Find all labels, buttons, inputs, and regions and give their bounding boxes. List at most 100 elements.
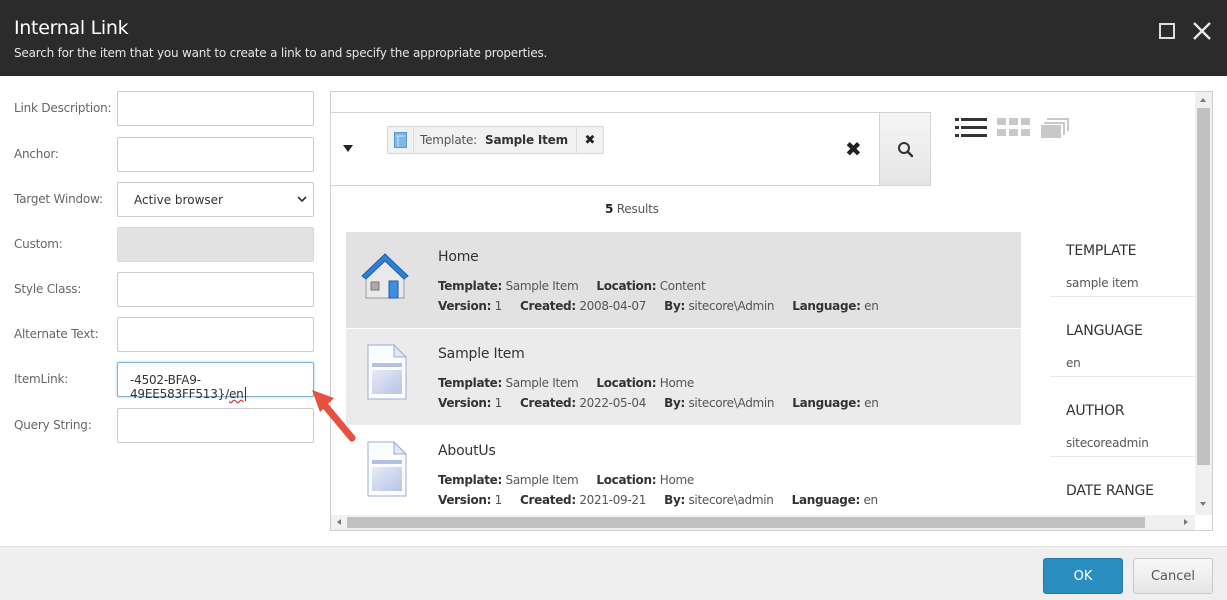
language-label: Language:: [792, 396, 861, 410]
document-icon: [367, 440, 408, 497]
location-label: Location:: [596, 279, 657, 293]
created-value: 2008-04-07: [579, 299, 647, 313]
result-name[interactable]: Home: [438, 249, 479, 265]
link-description-label: Link Description:: [14, 101, 112, 115]
target-window-select[interactable]: Active browser: [117, 182, 314, 217]
custom-row: Custom:: [0, 227, 320, 263]
dialog-title: Internal Link: [14, 17, 129, 39]
vertical-scroll-thumb[interactable]: [1197, 108, 1210, 465]
created-value: 2021-09-21: [579, 493, 647, 507]
version-label: Version:: [438, 299, 492, 313]
anchor-input[interactable]: [117, 137, 314, 172]
close-icon[interactable]: [1192, 20, 1212, 42]
result-meta-line-2: Version: 1 Created: 2021-09-21 By: sitecor…: [438, 493, 878, 507]
result-item[interactable]: Home Template: Sample Item Location: Cont…: [346, 232, 1021, 328]
text-cursor: [244, 387, 246, 401]
created-label: Created:: [520, 396, 576, 410]
result-meta-line-1: Template: Sample Item Location: Content: [438, 279, 706, 293]
scroll-up-icon[interactable]: [1200, 98, 1206, 102]
query-string-row: Query String:: [0, 408, 320, 444]
version-value: 1: [494, 493, 503, 507]
result-meta-line-1: Template: Sample Item Location: Home: [438, 473, 694, 487]
location-value: Content: [659, 279, 706, 293]
facet-heading: LANGUAGE: [1066, 323, 1143, 339]
document-icon: [367, 343, 408, 400]
created-value: 2022-05-04: [579, 396, 647, 410]
link-description-input[interactable]: [117, 91, 314, 126]
template-value: Sample Item: [505, 279, 579, 293]
by-value: sitecore\Admin: [688, 299, 775, 313]
result-name[interactable]: AboutUs: [438, 443, 496, 459]
anchor-row: Anchor:: [0, 137, 320, 173]
facet-heading: AUTHOR: [1066, 403, 1125, 419]
facet-label-text: Template:: [420, 133, 477, 147]
scroll-left-icon[interactable]: [337, 519, 341, 525]
by-label: By:: [664, 493, 685, 507]
result-meta-line-1: Template: Sample Item Location: Home: [438, 376, 694, 390]
grid-view-icon[interactable]: [997, 117, 1031, 139]
template-value: Sample Item: [505, 376, 579, 390]
horizontal-scroll-thumb[interactable]: [347, 517, 1145, 528]
tile-view-icon[interactable]: [1040, 116, 1070, 140]
alternate-text-row: Alternate Text:: [0, 317, 320, 353]
result-item[interactable]: Sample Item Template: Sample Item Locatio…: [346, 329, 1021, 425]
facet-value[interactable]: sitecoreadmin: [1066, 436, 1149, 450]
custom-input: [117, 227, 314, 262]
facet-divider: [1050, 456, 1195, 457]
results-count-label: Results: [613, 202, 659, 216]
item-link-value: -4502-BFA9-49EE583FF513}/en: [130, 373, 313, 401]
vertical-scrollbar[interactable]: [1195, 92, 1212, 515]
language-label: Language:: [792, 299, 861, 313]
facet-value[interactable]: en: [1066, 356, 1081, 370]
facet-value[interactable]: sample item: [1066, 276, 1139, 290]
location-value: Home: [659, 473, 695, 487]
house-icon: [361, 253, 409, 299]
item-link-input[interactable]: -4502-BFA9-49EE583FF513}/en: [117, 362, 314, 401]
result-meta-line-2: Version: 1 Created: 2022-05-04 By: sitecor…: [438, 396, 879, 410]
link-description-row: Link Description:: [0, 91, 320, 127]
target-window-label: Target Window:: [14, 192, 103, 206]
item-link-row: ItemLink: -4502-BFA9-49EE583FF513}/en: [0, 362, 320, 401]
location-label: Location:: [596, 376, 657, 390]
result-item[interactable]: AboutUs Template: Sample Item Location: H…: [346, 426, 1021, 522]
by-value: sitecore\admin: [688, 493, 774, 507]
cancel-button[interactable]: Cancel: [1133, 558, 1213, 594]
alternate-text-input[interactable]: [117, 317, 314, 352]
version-value: 1: [494, 299, 503, 313]
style-class-row: Style Class:: [0, 272, 320, 308]
facet-heading: DATE RANGE: [1066, 483, 1154, 499]
created-label: Created:: [520, 493, 576, 507]
target-window-value: Active browser: [134, 193, 223, 207]
by-value: sitecore\Admin: [688, 396, 775, 410]
language-value: en: [863, 493, 878, 507]
dialog-footer: OK Cancel: [0, 546, 1227, 600]
scroll-down-icon[interactable]: [1200, 502, 1206, 506]
remove-facet-icon[interactable]: ✖: [577, 127, 603, 153]
search-icon: [898, 142, 914, 158]
maximize-icon[interactable]: [1159, 23, 1175, 39]
template-label: Template:: [438, 279, 503, 293]
style-class-input[interactable]: [117, 272, 314, 307]
dialog-subtitle: Search for the item that you want to cre…: [14, 46, 548, 60]
clear-search-icon[interactable]: ✖: [845, 139, 862, 159]
style-class-label: Style Class:: [14, 282, 82, 296]
template-value: Sample Item: [505, 473, 579, 487]
search-button[interactable]: [879, 112, 931, 186]
custom-label: Custom:: [14, 237, 63, 251]
ok-button[interactable]: OK: [1043, 558, 1123, 594]
horizontal-scrollbar[interactable]: [331, 515, 1195, 530]
result-name[interactable]: Sample Item: [438, 346, 525, 362]
language-value: en: [864, 396, 879, 410]
scroll-right-icon[interactable]: [1184, 519, 1188, 525]
alternate-text-label: Alternate Text:: [14, 327, 99, 341]
result-meta-line-2: Version: 1 Created: 2008-04-07 By: sitecor…: [438, 299, 879, 313]
template-icon: [388, 127, 414, 153]
search-box: Template: Sample Item ✖ ✖: [330, 112, 931, 186]
query-string-input[interactable]: [117, 408, 314, 443]
facet-label: Template: Sample Item: [414, 127, 577, 153]
list-view-icon[interactable]: [955, 117, 987, 139]
template-facet-chip: Template: Sample Item ✖: [387, 126, 604, 154]
by-label: By:: [664, 396, 685, 410]
created-label: Created:: [520, 299, 576, 313]
search-dropdown-caret-icon[interactable]: [343, 145, 353, 152]
